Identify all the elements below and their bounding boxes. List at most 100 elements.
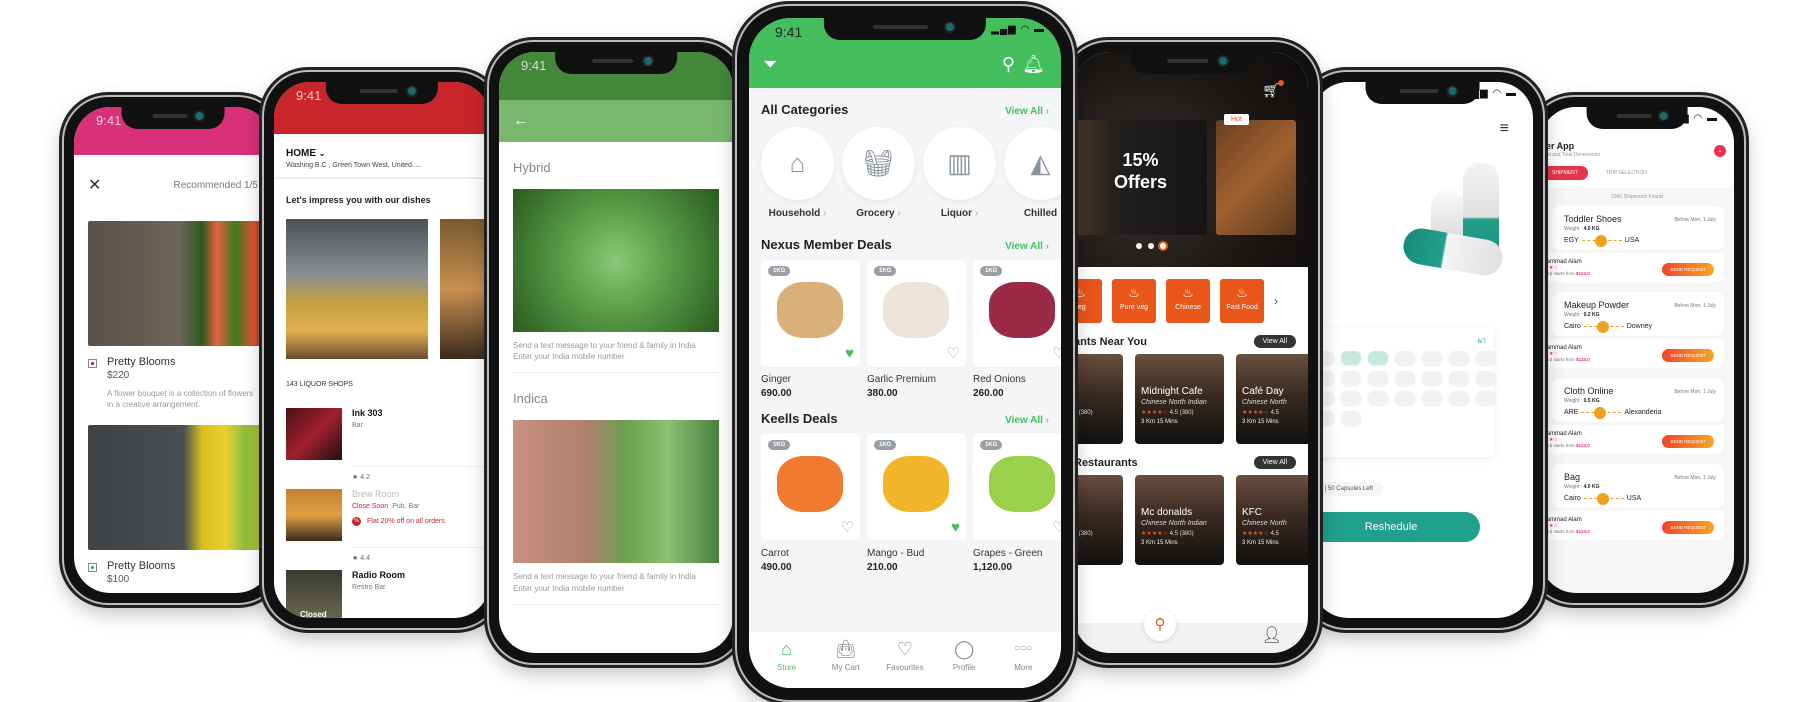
product-card[interactable]: 1KG ♡ Grapes - Green 1,120.00 (973, 434, 1061, 573)
product-image-card[interactable]: 1KG ♡ (867, 260, 966, 366)
category-grocery[interactable]: 🧺︎ Grocery › (842, 127, 915, 219)
offers-banner[interactable]: 🛒︎ 15% Offers Hot (1074, 52, 1308, 267)
view-all-button[interactable]: View All (1253, 456, 1296, 469)
product-card[interactable]: 1KG ♥ Mango - Bud 210.00 (867, 434, 966, 573)
favorite-heart-icon[interactable]: ♥ (951, 520, 960, 535)
dose-cell[interactable] (1368, 351, 1388, 365)
restaurant-card[interactable]: y North Indian ★★★★☆ 4.5 (380) Mins (1074, 475, 1123, 565)
cart-icon[interactable]: 🛒︎ (1262, 80, 1284, 99)
product-image-card[interactable]: 1KG ♡ (761, 434, 860, 540)
dose-cell[interactable] (1341, 351, 1361, 365)
restaurant-card[interactable]: Eat North Indian ★★★★☆ 4.5 (380) Mins (1074, 354, 1123, 444)
view-all-link[interactable]: View All › (1005, 241, 1049, 252)
hybrid-image[interactable] (513, 189, 719, 332)
product-card[interactable]: 1KG ♥ Ginger 690.00 (761, 260, 860, 399)
bouquet-image[interactable] (88, 221, 272, 346)
close-icon[interactable]: ✕ (88, 175, 101, 195)
shipment-card[interactable]: Toddler Shoes Before Mon, 1 July Weight : … (1540, 206, 1724, 282)
view-all-link[interactable]: View All › (1005, 106, 1049, 117)
chevron-down-icon[interactable]: ⌄ (1714, 145, 1726, 157)
dose-cell[interactable] (1395, 371, 1415, 385)
restaurant-card[interactable]: Café Day Chinese North ★★★★☆ 4.5 3 Km 15 Mi… (1236, 354, 1308, 444)
shop-item[interactable]: Closed Radio Room Restro Bar (274, 562, 490, 618)
dose-cell[interactable] (1341, 411, 1361, 425)
reschedule-button[interactable]: Reshedule (1312, 512, 1480, 542)
dose-cell[interactable] (1449, 371, 1469, 385)
indica-image[interactable] (513, 420, 719, 564)
shop-item[interactable]: Brew Room Close Soon Pub, Bar % Flat 20% o… (274, 481, 490, 541)
product-image-card[interactable]: 1KG ♡ (973, 434, 1061, 540)
shipment-card[interactable]: Bag Before Mon, 1 July Weight : 4.0 KG Cair… (1540, 464, 1724, 540)
search-icon[interactable]: ⚲ (1144, 609, 1176, 641)
nav-more[interactable]: ○○○ More (995, 638, 1051, 688)
tab-trip-selection[interactable]: TRIP SELECTION (1596, 166, 1657, 180)
basket-flowers-image[interactable] (88, 424, 272, 550)
favorite-heart-icon[interactable]: ♡ (841, 520, 854, 535)
product-item[interactable]: Pretty Blooms $100 (74, 550, 272, 585)
product-item[interactable]: Pretty Blooms $220 (74, 346, 272, 381)
product-card[interactable]: 1KG ♡ Garlic Premium 380.00 (867, 260, 966, 399)
shop-item[interactable]: Ink 303 Bar (274, 400, 490, 460)
product-image-card[interactable]: 1KG ♥ (867, 434, 966, 540)
dose-cell[interactable] (1449, 391, 1469, 405)
dish-image[interactable] (440, 219, 490, 359)
hot-offer-card[interactable]: Hot (1216, 114, 1296, 235)
send-request-button[interactable]: SEND REQUEST (1662, 435, 1714, 448)
dose-cell[interactable] (1341, 391, 1361, 405)
location-selector[interactable]: HOME ⌄ (274, 134, 490, 159)
dose-cell[interactable] (1395, 351, 1415, 365)
product-card[interactable]: 1KG ♡ Red Onions 260.00 (973, 260, 1061, 399)
bell-icon[interactable]: 🔔︎ (1022, 54, 1045, 75)
nav-my-cart[interactable]: 👜︎ My Cart (818, 638, 874, 688)
dish-image[interactable] (286, 219, 428, 359)
search-icon[interactable]: ⚲ (1002, 54, 1015, 75)
cuisine-chip[interactable]: ♨ veg (1074, 279, 1102, 323)
send-request-button[interactable]: SEND REQUEST (1662, 349, 1714, 362)
favorite-heart-icon[interactable]: ♡ (1053, 520, 1061, 535)
dose-cell[interactable] (1341, 371, 1361, 385)
dose-cell[interactable] (1395, 391, 1415, 405)
cuisine-chip[interactable]: ♨ Pure veg (1112, 279, 1156, 323)
product-card[interactable]: 1KG ♡ Carrot 490.00 (761, 434, 860, 573)
dose-cell[interactable] (1422, 371, 1442, 385)
favorite-heart-icon[interactable]: ♥ (845, 346, 854, 361)
filter-icon[interactable]: ⏷ (763, 54, 777, 75)
nav-store[interactable]: ⌂ Store (759, 638, 815, 688)
category-household[interactable]: ⌂ Household › (761, 127, 834, 219)
offer-card[interactable]: 15% Offers (1074, 120, 1207, 235)
favorite-heart-icon[interactable]: ♡ (947, 346, 960, 361)
user-icon[interactable]: 👤︎ (1262, 625, 1282, 645)
strain-section[interactable]: Hybrid Send a text message to your frien… (499, 142, 733, 374)
product-image-card[interactable]: 1KG ♡ (973, 260, 1061, 366)
restaurant-card[interactable]: Midnight Cafe Chinese North Indian ★★★★☆ 4… (1135, 354, 1224, 444)
strain-section[interactable]: Indica Send a text message to your frien… (499, 373, 733, 605)
view-all-button[interactable]: View All (1253, 335, 1296, 348)
dose-cell[interactable] (1449, 351, 1469, 365)
cuisine-chip[interactable]: ♨ Chinese (1166, 279, 1210, 323)
send-request-button[interactable]: SEND REQUEST (1662, 521, 1714, 534)
cuisine-chip[interactable]: ♨ Fast Food (1220, 279, 1264, 323)
dose-cell[interactable] (1422, 351, 1442, 365)
dose-cell[interactable] (1476, 391, 1496, 405)
tab-shipment[interactable]: SHIPMENT (1542, 166, 1588, 180)
back-arrow-icon[interactable]: ← (513, 112, 529, 129)
category-chilled[interactable]: ◭ Chilled (1004, 127, 1061, 219)
shipment-card[interactable]: Cloth Online Before Mon, 1 July Weight : 0… (1540, 378, 1724, 454)
carousel-dots[interactable] (1136, 243, 1166, 249)
restaurant-card[interactable]: Mc donalds Chinese North Indian ★★★★☆ 4.5 … (1135, 475, 1224, 565)
dose-cell[interactable] (1368, 391, 1388, 405)
dose-cell[interactable] (1476, 351, 1496, 365)
dose-cell[interactable] (1422, 391, 1442, 405)
view-all-link[interactable]: View All › (1005, 415, 1049, 426)
dose-cell[interactable] (1476, 371, 1496, 385)
nav-profile[interactable]: ◯ Profile (936, 638, 992, 688)
shipment-card[interactable]: Makeup Powder Before Mon, 1 July Weight : … (1540, 292, 1724, 368)
category-liquor[interactable]: ▥ Liquor › (923, 127, 996, 219)
dishes-carousel[interactable] (274, 219, 490, 359)
product-image-card[interactable]: 1KG ♥ (761, 260, 860, 366)
favorite-heart-icon[interactable]: ♡ (1053, 346, 1061, 361)
hamburger-menu-icon[interactable]: ≡ (1500, 120, 1509, 138)
dose-cell[interactable] (1368, 371, 1388, 385)
nav-favourites[interactable]: ♡ Favourites (877, 638, 933, 688)
restaurant-card[interactable]: KFC Chinese North ★★★★☆ 4.5 3 Km 15 Mins (1236, 475, 1308, 565)
